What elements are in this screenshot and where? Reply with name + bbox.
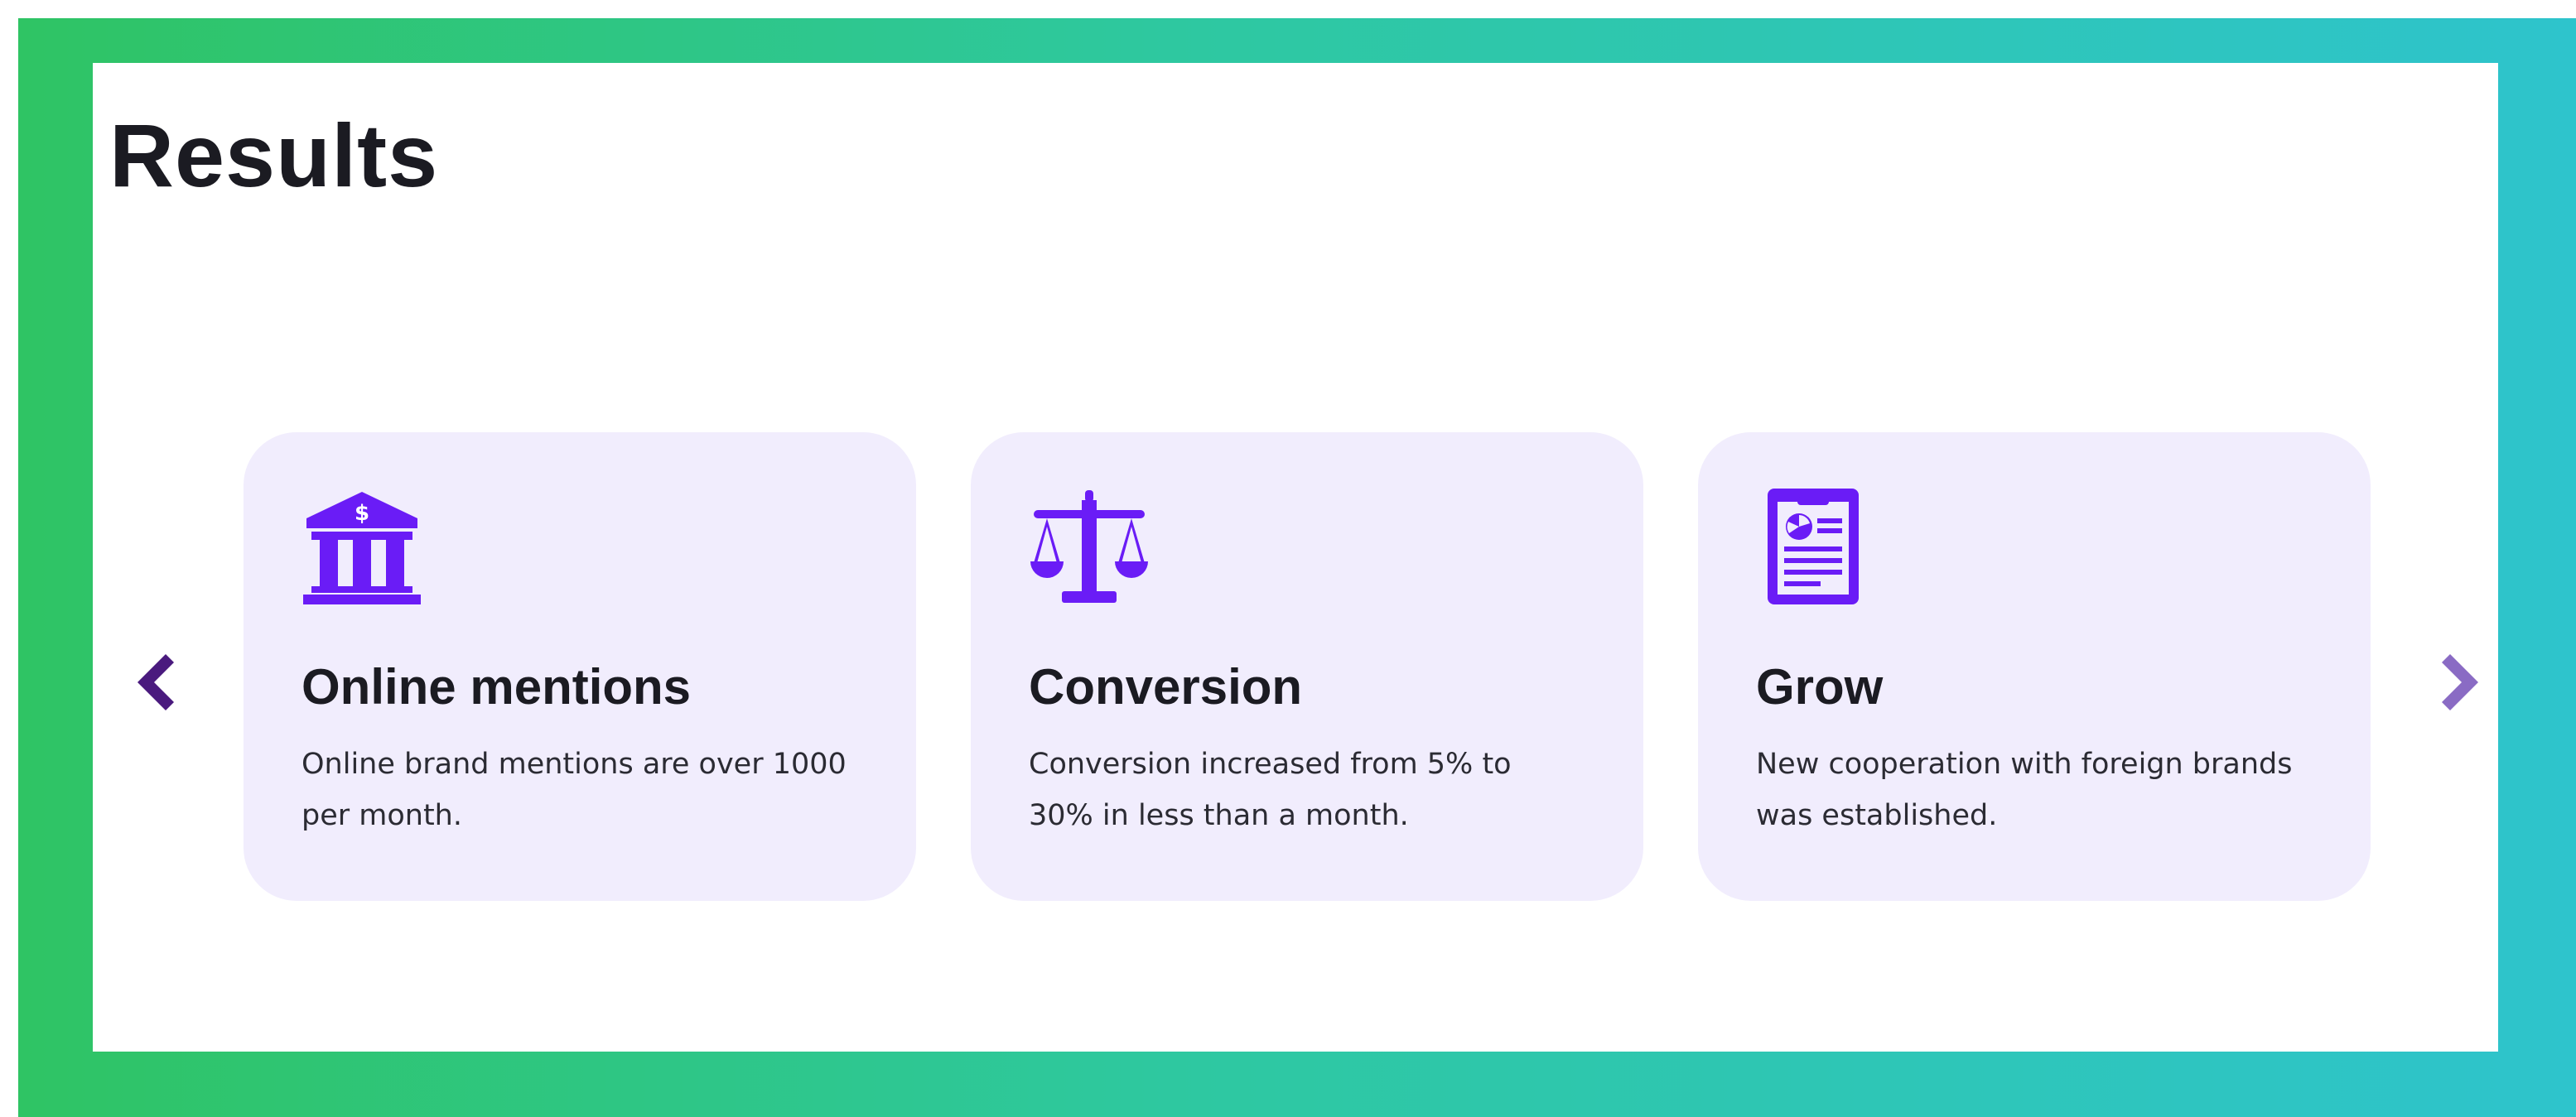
card-text: Online brand mentions are over 1000 per …	[301, 748, 847, 832]
scales-icon	[1029, 487, 1150, 606]
bank-icon: $	[301, 487, 422, 606]
carousel-next-button[interactable]	[2437, 651, 2483, 714]
svg-text:$: $	[355, 501, 369, 526]
card-title: Online mentions	[301, 659, 692, 715]
card-title: Conversion	[1029, 659, 1303, 715]
report-icon	[1756, 487, 1877, 606]
result-card-grow: Grow New cooperation with foreign brands…	[1698, 432, 2371, 901]
card-title: Grow	[1756, 659, 1884, 715]
card-text: Conversion increased from 5% to 30% in l…	[1029, 748, 1512, 832]
carousel-prev-button[interactable]	[133, 651, 179, 714]
result-card-conversion: Conversion Conversion increased from 5% …	[971, 432, 1643, 901]
card-text: New cooperation with foreign brands was …	[1756, 748, 2293, 832]
result-card-online-mentions: $ Online mentions Online brand mentions …	[244, 432, 916, 901]
chevron-left-icon	[137, 654, 174, 710]
section-title: Results	[109, 105, 439, 205]
chevron-right-icon	[2442, 654, 2478, 710]
